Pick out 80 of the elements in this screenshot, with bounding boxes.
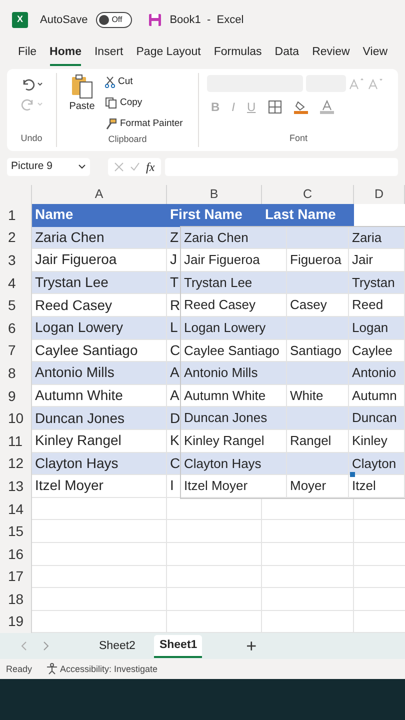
autosave-label: AutoSave: [40, 12, 88, 28]
table-cell: Clayton Hays: [32, 452, 167, 476]
table-cell: Zaria Chen: [32, 226, 167, 250]
ribbon-tab[interactable]: View: [362, 44, 388, 66]
ribbon-tab[interactable]: Page Layout: [136, 44, 201, 66]
table-cell: Kinley Rangel: [32, 430, 167, 453]
borders-icon[interactable]: [268, 100, 282, 114]
row-header[interactable]: 3: [0, 249, 32, 272]
sheet-tab[interactable]: Sheet2: [94, 636, 140, 657]
fill-color-icon[interactable]: [294, 100, 308, 114]
table-cell: Autumn White: [32, 384, 167, 408]
row-header[interactable]: 5: [0, 294, 32, 317]
row-header[interactable]: 16: [0, 542, 32, 566]
table-cell: Itzel Moyer: [32, 475, 167, 498]
table-cell: Name: [32, 204, 167, 227]
ribbon-tab[interactable]: Formulas: [214, 44, 262, 66]
row-header[interactable]: 4: [0, 272, 32, 294]
paste-icon: [70, 73, 94, 99]
redo-icon[interactable]: [20, 97, 44, 111]
row-header[interactable]: 15: [0, 520, 32, 543]
ribbon-tab[interactable]: Home: [50, 44, 82, 66]
table-cell: Duncan Jones: [32, 407, 167, 430]
chevron-left-icon[interactable]: [20, 641, 28, 652]
font-color-icon[interactable]: [320, 100, 334, 114]
table-cell: Trystan Lee: [32, 272, 167, 294]
name-box-value: Picture 9: [11, 159, 52, 174]
group-label: Undo: [20, 132, 42, 144]
caret-icon: [78, 164, 86, 170]
cut-button[interactable]: Cut: [105, 73, 183, 91]
ribbon-tab[interactable]: Data: [274, 44, 300, 66]
status-text: Ready: [6, 662, 32, 676]
accessibility-icon: [46, 663, 58, 676]
table-cell: Last Name: [262, 204, 354, 227]
save-icon[interactable]: [148, 13, 162, 27]
group-label: Font: [289, 132, 308, 144]
row-header[interactable]: 17: [0, 566, 32, 588]
row-header[interactable]: 13: [0, 475, 32, 498]
chevron-right-icon[interactable]: [42, 641, 50, 652]
copy-icon: [105, 97, 117, 109]
ribbon-tab[interactable]: Review: [312, 44, 350, 66]
row-header[interactable]: 19: [0, 610, 32, 634]
table-cell: Logan Lowery: [32, 316, 167, 340]
group-label: Clipboard: [108, 133, 147, 146]
ribbon-tab[interactable]: File: [18, 44, 37, 66]
row-header[interactable]: 2: [0, 226, 32, 250]
row-header[interactable]: 7: [0, 340, 32, 362]
name-box[interactable]: Picture 9: [7, 158, 90, 176]
excel-logo-icon: X: [12, 12, 28, 28]
insert-function-button[interactable]: fx: [146, 158, 155, 176]
add-sheet-button[interactable]: +: [246, 632, 257, 660]
scissors-icon: [105, 76, 115, 88]
ribbon-tab[interactable]: Insert: [94, 44, 124, 66]
document-title: Book1 - Excel: [170, 12, 244, 28]
row-header[interactable]: 10: [0, 407, 32, 430]
table-cell: First Name: [167, 204, 262, 227]
row-header[interactable]: 11: [0, 430, 32, 453]
resize-handle[interactable]: [350, 472, 355, 477]
format-painter-button[interactable]: Format Painter: [105, 115, 183, 133]
table-cell: Jair Figueroa: [32, 249, 167, 272]
row-header[interactable]: 18: [0, 588, 32, 611]
check-icon[interactable]: [130, 162, 140, 172]
sheet-tab[interactable]: Sheet1: [154, 634, 202, 658]
close-icon[interactable]: [114, 162, 124, 172]
table-cell: Itzel Moyer: [181, 475, 287, 498]
row-header[interactable]: 9: [0, 384, 32, 408]
table-cell: Reed Casey: [32, 294, 167, 317]
table-cell: Antonio Mills: [32, 362, 167, 385]
autosave-toggle[interactable]: Off: [96, 12, 132, 28]
row-header[interactable]: 12: [0, 452, 32, 476]
row-header[interactable]: 14: [0, 498, 32, 520]
accessibility-button[interactable]: Accessibility: Investigate: [46, 662, 158, 676]
paintbrush-icon: [105, 118, 117, 130]
table-cell: Caylee Santiago: [32, 340, 167, 362]
font-size-adjust-icon[interactable]: [349, 78, 383, 90]
row-header[interactable]: 1: [0, 204, 32, 227]
table-cell: Moyer: [287, 475, 349, 498]
row-header[interactable]: 8: [0, 362, 32, 385]
row-header[interactable]: 6: [0, 316, 32, 340]
paste-button[interactable]: Paste: [65, 73, 99, 133]
copy-button[interactable]: Copy: [105, 94, 183, 112]
